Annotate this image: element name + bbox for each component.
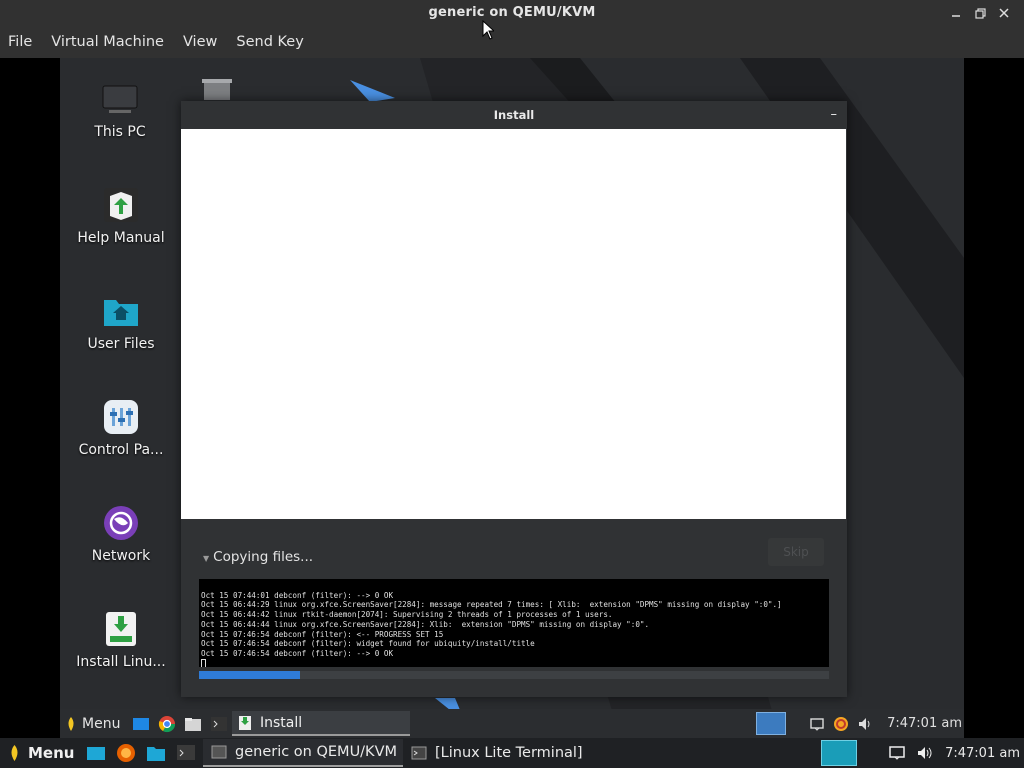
expander-arrow-icon[interactable]: ▼	[203, 554, 209, 563]
host-clock[interactable]: 7:47:01 am	[945, 746, 1020, 761]
desktop-icon-label: Help Manual	[77, 230, 165, 246]
menu-send-key[interactable]: Send Key	[236, 34, 303, 50]
desktop-icon-label: User Files	[87, 336, 155, 352]
network-icon	[102, 504, 140, 542]
menu-file[interactable]: File	[8, 34, 32, 50]
install-progress-bar	[199, 671, 829, 679]
host-task-label: generic on QEMU/KVM	[235, 744, 397, 760]
update-icon[interactable]	[833, 716, 849, 732]
chrome-icon[interactable]	[158, 715, 176, 733]
install-window: Install – ▼ Copying files... Skip Oct 15 …	[181, 101, 847, 697]
guest-task-label: Install	[260, 714, 303, 731]
host-titlebar: generic on QEMU/KVM	[0, 0, 1024, 26]
desktop-icon-network[interactable]: Network	[66, 504, 176, 564]
control-panel-icon	[102, 398, 140, 436]
install-title: Install	[493, 108, 535, 122]
computer-icon	[101, 80, 139, 118]
guest-menu-button[interactable]: Menu	[66, 716, 120, 732]
host-menubar: File Virtual Machine View Send Key	[0, 26, 1024, 58]
host-taskbar: Menu generic on QEMU/KVM [Linux Lite Ter…	[0, 738, 1024, 768]
log-line: Oct 15 07:44:01 debconf (filter): --> 0 …	[201, 590, 394, 600]
host-menu-label: Menu	[28, 744, 75, 762]
host-task-qemu[interactable]: generic on QEMU/KVM	[203, 739, 403, 767]
host-menu-button[interactable]: Menu	[9, 744, 74, 762]
mouse-pointer-icon	[482, 20, 494, 40]
skip-button[interactable]: Skip	[768, 538, 824, 566]
window-title: generic on QEMU/KVM	[428, 5, 596, 20]
file-manager-icon[interactable]	[146, 743, 166, 763]
slideshow-area	[181, 129, 846, 519]
log-line: Oct 15 06:44:44 linux org.xfce.ScreenSav…	[201, 619, 650, 629]
host-task-terminal[interactable]: [Linux Lite Terminal]	[403, 739, 603, 767]
file-manager-icon[interactable]	[184, 715, 202, 733]
desktop-launcher-icon[interactable]	[132, 715, 150, 733]
guest-workspace-switcher[interactable]	[756, 712, 786, 735]
desktop-icon-help-manual[interactable]: Help Manual	[66, 186, 176, 246]
log-line: Oct 15 07:46:54 debconf (filter): --> 0 …	[201, 648, 394, 658]
desktop-icon-label: Network	[91, 548, 151, 564]
terminal-icon	[411, 746, 427, 760]
guest-display[interactable]: This PC Help Manual User Files Control P…	[60, 58, 964, 738]
guest-task-install[interactable]: Install	[232, 711, 410, 736]
menu-virtual-machine[interactable]: Virtual Machine	[51, 34, 164, 50]
text-cursor	[201, 659, 206, 667]
firefox-icon[interactable]	[116, 743, 136, 763]
desktop-icon-label: This PC	[94, 124, 146, 140]
log-line: Oct 15 07:46:54 debconf (filter): widget…	[201, 639, 535, 649]
window-controls	[944, 2, 1016, 24]
guest-menu-label: Menu	[82, 715, 121, 732]
desktop-launcher-icon[interactable]	[86, 743, 106, 763]
log-line: Oct 15 06:44:29 linux org.xfce.ScreenSav…	[201, 600, 782, 610]
host-task-label: [Linux Lite Terminal]	[435, 745, 583, 761]
terminal-icon[interactable]	[176, 743, 196, 763]
minimize-icon[interactable]: –	[831, 101, 838, 129]
linux-lite-logo-icon	[11, 745, 18, 761]
desktop-icon-label: Control Pa...	[78, 442, 164, 458]
help-manual-icon	[102, 186, 140, 224]
log-line: Oct 15 07:46:54 debconf (filter): <-- PR…	[201, 629, 444, 639]
notification-icon[interactable]	[889, 745, 905, 761]
desktop-icon-install-linux[interactable]: Install Linu...	[66, 610, 176, 670]
restore-icon[interactable]	[968, 2, 992, 24]
trash-icon[interactable]	[200, 78, 234, 100]
volume-icon[interactable]	[917, 745, 933, 761]
menu-view[interactable]: View	[183, 34, 217, 50]
install-icon	[239, 715, 251, 730]
desktop-icon-control-panel[interactable]: Control Pa...	[66, 398, 176, 458]
guest-system-tray: 7:47:01 am	[810, 709, 964, 738]
desktop-icon-label: Install Linu...	[76, 654, 166, 670]
notification-icon[interactable]	[810, 717, 824, 731]
install-icon	[102, 610, 140, 648]
progress-fill	[199, 671, 300, 679]
status-line: ▼ Copying files...	[203, 549, 313, 565]
host-workspace-switcher[interactable]	[821, 740, 857, 766]
status-text: Copying files...	[213, 549, 314, 565]
desktop-icon-this-pc[interactable]: This PC	[65, 80, 175, 140]
terminal-icon[interactable]	[210, 715, 228, 733]
vm-window-icon	[211, 745, 227, 759]
guest-taskbar: Menu Install 7:47:01 am	[60, 709, 964, 738]
close-icon[interactable]	[992, 2, 1016, 24]
volume-icon[interactable]	[858, 717, 872, 731]
linux-lite-logo-icon	[68, 716, 74, 731]
home-folder-icon	[102, 292, 140, 330]
install-log-terminal[interactable]: Oct 15 07:44:01 debconf (filter): --> 0 …	[199, 579, 829, 667]
log-line: Oct 15 06:44:42 linux rtkit-daemon[2074]…	[201, 610, 613, 620]
install-titlebar: Install –	[181, 101, 847, 129]
guest-clock[interactable]: 7:47:01 am	[887, 716, 962, 731]
minimize-icon[interactable]	[944, 2, 968, 24]
host-system-tray: 7:47:01 am	[889, 738, 1020, 768]
desktop-icon-user-files[interactable]: User Files	[66, 292, 176, 352]
